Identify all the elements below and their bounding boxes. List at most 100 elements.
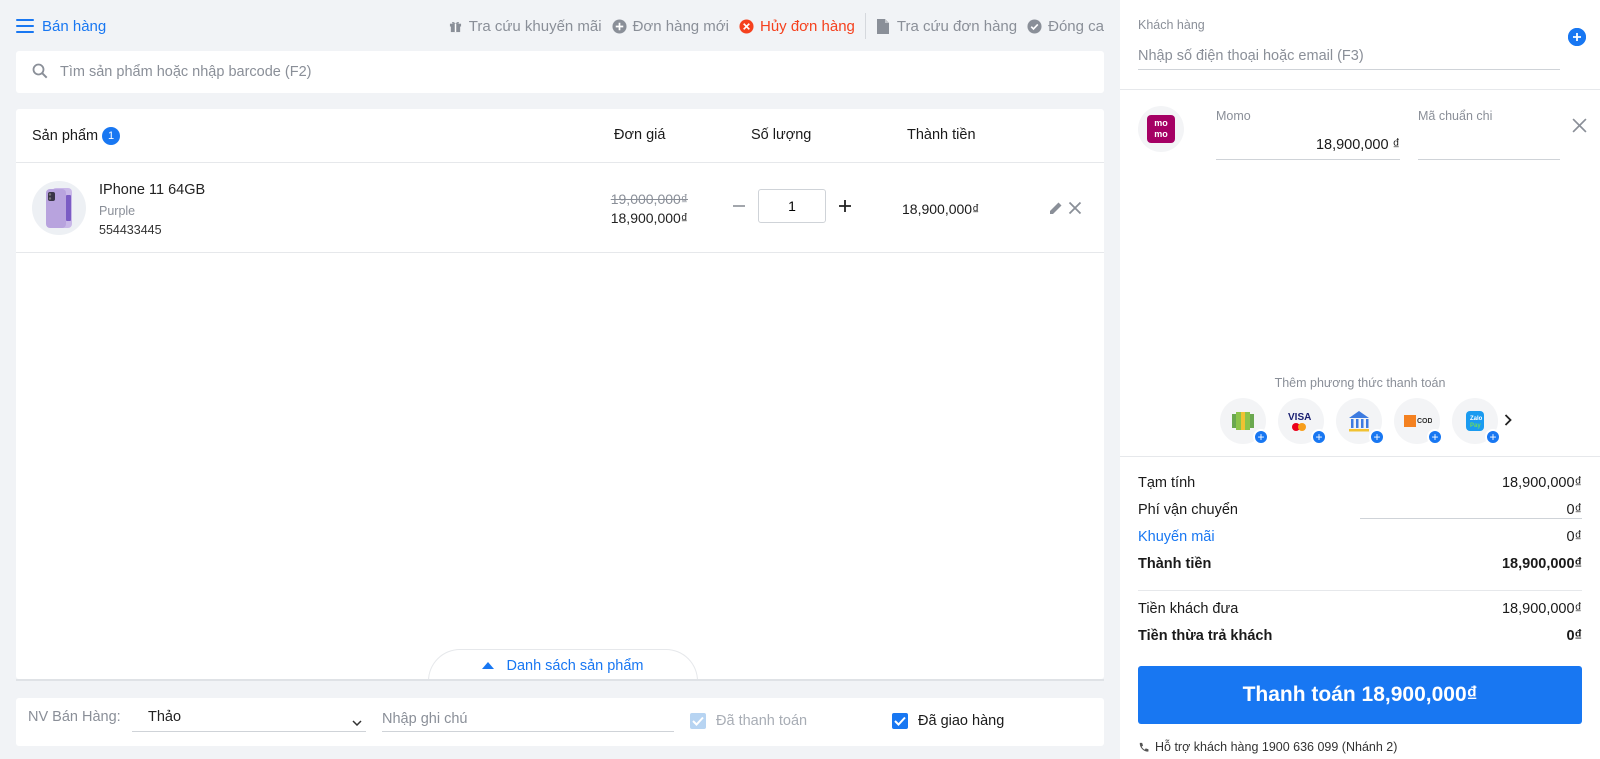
toolbar-actions: Tra cứu khuyến mãi Đơn hàng mới Hủy đơn … (438, 13, 1104, 39)
customer-paid-row: Tiền khách đưa 18,900,000₫ (1138, 601, 1582, 617)
support-text: Hỗ trợ khách hàng 1900 636 099 (Nhánh 2) (1155, 740, 1398, 754)
checkout-button[interactable]: Thanh toán 18,900,000₫ (1138, 666, 1582, 724)
total-value: 18,900,000₫ (1501, 556, 1582, 572)
subtotal-label: Tạm tính (1138, 475, 1196, 491)
add-payment-label: Thêm phương thức thanh toán (1274, 376, 1446, 390)
product-list-tab-label: Danh sách sản phẩm (506, 657, 644, 674)
add-circle-icon (612, 18, 627, 34)
subtotal-value: 18,900,000₫ (1501, 475, 1582, 491)
check-icon (692, 716, 704, 726)
search-icon (32, 63, 48, 82)
shipping-label: Phí vận chuyển (1138, 502, 1238, 518)
add-customer-button[interactable] (1568, 28, 1586, 46)
order-footer: NV Bán Hàng: Thảo Đã thanh toán Đã giao … (16, 698, 1104, 746)
table-bottom-divider (16, 679, 1104, 681)
close-shift-button[interactable]: Đóng ca (1027, 18, 1104, 35)
svg-text:VISA: VISA (1288, 412, 1311, 423)
promo-lookup-button[interactable]: Tra cứu khuyến mãi (448, 18, 602, 35)
check-circle-icon (1027, 18, 1042, 34)
chevron-right-icon[interactable] (1504, 413, 1512, 429)
quantity-stepper (728, 189, 856, 223)
payment-method-name: Momo (1216, 109, 1251, 123)
payment-amount-input[interactable]: 18,900,000 ₫ (1216, 130, 1400, 160)
caret-up-icon (482, 662, 495, 669)
original-price: 19,000,000₫ (610, 191, 688, 207)
summary-divider (1120, 456, 1600, 457)
top-bar: Bán hàng Tra cứu khuyến mãi Đơn hàng mới… (16, 13, 1104, 39)
add-cash-payment[interactable]: + (1220, 398, 1269, 445)
plus-icon (839, 200, 851, 212)
phone-icon (1139, 742, 1149, 752)
paid-checkbox-label: Đã thanh toán (716, 713, 808, 729)
header-product: Sản phẩm 1 (32, 127, 121, 145)
check-icon (894, 716, 906, 726)
plus-icon: + (1311, 429, 1327, 445)
increase-quantity-button[interactable] (834, 195, 856, 217)
product-sku: 554433445 (99, 223, 162, 237)
order-note-input[interactable] (382, 706, 674, 732)
add-zalopay-payment[interactable]: Zalo Pay + (1452, 398, 1501, 445)
table-header: Sản phẩm 1 Đơn giá Số lượng Thành tiền (16, 109, 1104, 163)
payment-method-list: + VISA + + COD + Zalo Pay + (1220, 398, 1512, 445)
momo-logo-mark: mo mo (1147, 115, 1175, 143)
cash-icon (1232, 412, 1254, 430)
remove-payment-icon[interactable] (1572, 118, 1587, 136)
svg-text:Zalo: Zalo (1470, 416, 1483, 422)
product-list-tab[interactable]: Danh sách sản phẩm (428, 649, 698, 681)
product-name[interactable]: IPhone 11 64GB (99, 182, 205, 198)
shipping-input-underline (1360, 518, 1582, 519)
promo-lookup-label: Tra cứu khuyến mãi (468, 17, 602, 35)
add-cod-payment[interactable]: COD + (1394, 398, 1443, 445)
staff-select-value: Thảo (148, 709, 182, 725)
close-shift-label: Đóng ca (1048, 17, 1104, 35)
cash-divider (1138, 590, 1582, 591)
order-lookup-label: Tra cứu đơn hàng (896, 17, 1018, 35)
change-row: Tiền thừa trả khách 0₫ (1138, 628, 1582, 644)
approval-code-label: Mã chuẩn chi (1418, 109, 1493, 123)
customer-search-input[interactable] (1138, 42, 1560, 70)
delivered-checkbox-box (892, 713, 908, 729)
add-card-payment[interactable]: VISA + (1278, 398, 1327, 445)
menu-icon[interactable] (16, 19, 34, 33)
paid-checkbox[interactable]: Đã thanh toán (690, 713, 807, 729)
promotion-link[interactable]: Khuyến mãi (1138, 529, 1215, 545)
table-row: IPhone 11 64GB Purple 554433445 19,000,0… (16, 163, 1104, 253)
customer-paid-label: Tiền khách đưa (1138, 601, 1239, 617)
cancel-order-button[interactable]: Hủy đơn hàng (739, 18, 855, 35)
shipping-row: Phí vận chuyển 0₫ (1138, 502, 1582, 518)
approval-code-input[interactable] (1418, 130, 1560, 160)
plus-icon: + (1253, 429, 1269, 445)
order-lookup-button[interactable]: Tra cứu đơn hàng (876, 18, 1017, 35)
svg-text:COD: COD (1417, 418, 1432, 425)
promotion-value: 0₫ (1566, 529, 1582, 545)
product-table: Sản phẩm 1 Đơn giá Số lượng Thành tiền IP… (16, 109, 1104, 679)
total-label: Thành tiền (1138, 556, 1212, 572)
checkout-panel: Khách hàng momo Momo Mã chuẩn chi 18,900… (1120, 0, 1600, 759)
product-variant: Purple (99, 204, 136, 218)
shipping-fee-input[interactable]: 0₫ (1566, 502, 1582, 518)
quantity-input[interactable] (758, 189, 826, 223)
add-bank-transfer-payment[interactable]: + (1336, 398, 1385, 445)
product-search-input[interactable] (60, 64, 960, 80)
subtotal-row: Tạm tính 18,900,000₫ (1138, 475, 1582, 491)
new-order-button[interactable]: Đơn hàng mới (612, 18, 729, 35)
header-product-label: Sản phẩm (32, 128, 99, 144)
plus-icon: + (1485, 429, 1501, 445)
momo-logo: mo mo (1138, 106, 1184, 152)
remove-item-icon[interactable] (1068, 201, 1082, 218)
app-title: Bán hàng (42, 17, 107, 35)
decrease-quantity-button[interactable] (728, 195, 750, 217)
chevron-down-icon (352, 714, 362, 730)
svg-text:Pay: Pay (1470, 423, 1481, 429)
customer-label: Khách hàng (1138, 18, 1205, 32)
zalopay-icon: ZaloPay (1466, 411, 1484, 431)
cod-icon: COD (1404, 415, 1432, 427)
edit-icon[interactable] (1049, 201, 1063, 218)
cancel-order-label: Hủy đơn hàng (759, 17, 855, 35)
delivered-checkbox[interactable]: Đã giao hàng (892, 713, 1004, 729)
bank-icon (1349, 411, 1369, 432)
staff-select[interactable]: Thảo (132, 706, 366, 732)
product-search-bar (16, 51, 1104, 93)
toolbar-divider (864, 13, 866, 39)
unit-price[interactable]: 18,900,000₫ (611, 210, 688, 226)
